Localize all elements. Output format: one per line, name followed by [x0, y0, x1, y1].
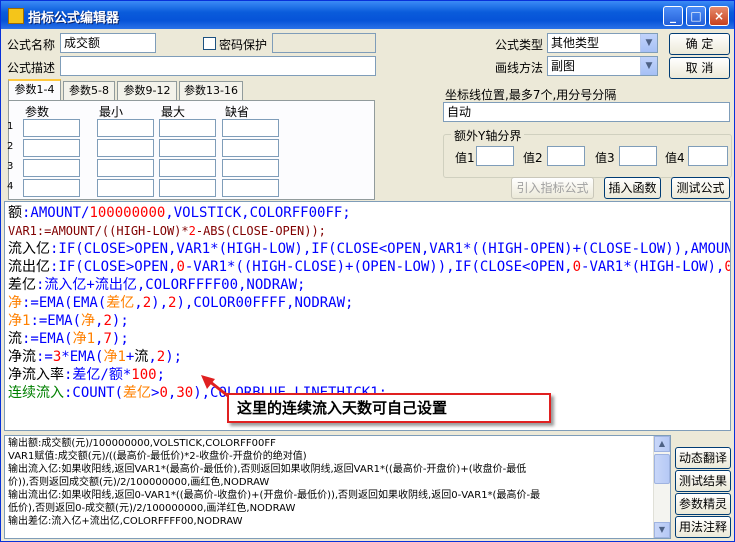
- scroll-down-icon[interactable]: ▼: [654, 522, 670, 538]
- param-header-max: 最大: [161, 105, 186, 119]
- y-value-1-input[interactable]: [476, 146, 514, 166]
- draw-method-value: 副图: [551, 59, 576, 73]
- formula-name-label: 公式名称: [7, 38, 56, 52]
- code-line-5: 差亿:流入亿+流出亿,COLORFFFF00,NODRAW;: [8, 277, 306, 293]
- password-checkbox[interactable]: [203, 37, 216, 50]
- y-axis-group-title: 额外Y轴分界: [451, 127, 525, 144]
- insert-function-button[interactable]: 插入函数: [604, 177, 661, 199]
- param-header-name: 参数: [25, 105, 50, 119]
- tab-params-1-4[interactable]: 参数1-4: [8, 79, 61, 101]
- param-row-label: 4: [7, 181, 14, 192]
- y-value-2-label: 值2: [523, 151, 543, 165]
- test-result-button[interactable]: 测试结果: [675, 470, 731, 492]
- param-3-default[interactable]: [222, 159, 279, 177]
- close-button[interactable]: ×: [709, 6, 729, 26]
- param-2-min[interactable]: [97, 139, 154, 157]
- minimize-button[interactable]: _: [663, 6, 683, 26]
- formula-name-input[interactable]: 成交额: [60, 33, 156, 53]
- param-4-name[interactable]: [23, 179, 80, 197]
- param-wizard-button[interactable]: 参数精灵: [675, 493, 731, 515]
- y-value-3-label: 值3: [595, 151, 615, 165]
- param-header-min: 最小: [99, 105, 124, 119]
- tab-params-9-12[interactable]: 参数9-12: [117, 81, 177, 101]
- app-icon: [8, 8, 24, 24]
- param-4-default[interactable]: [222, 179, 279, 197]
- password-input[interactable]: [272, 33, 376, 53]
- param-1-default[interactable]: [222, 119, 279, 137]
- code-line-1: 额:AMOUNT/100000000,VOLSTICK,COLORFF00FF;: [8, 205, 351, 221]
- scroll-thumb[interactable]: [654, 454, 670, 484]
- param-3-max[interactable]: [159, 159, 216, 177]
- code-line-2: VAR1:=AMOUNT/((HIGH-LOW)*2-ABS(CLOSE-OPE…: [8, 224, 326, 238]
- param-1-name[interactable]: [23, 119, 80, 137]
- code-line-6: 净:=EMA(EMA(差亿,2),2),COLOR00FFFF,NODRAW;: [8, 295, 354, 311]
- password-label: 密码保护: [219, 38, 268, 52]
- draw-method-label: 画线方法: [495, 61, 544, 75]
- y-value-4-input[interactable]: [688, 146, 728, 166]
- param-row-label: 1: [7, 121, 14, 132]
- output-line: 输出差亿:流入亿+流出亿,COLORFFFF00,NODRAW: [8, 516, 243, 527]
- maximize-button[interactable]: □: [686, 6, 706, 26]
- dynamic-translate-button[interactable]: 动态翻译: [675, 447, 731, 469]
- code-line-7: 净1:=EMA(净,2);: [8, 313, 129, 329]
- formula-type-value: 其他类型: [551, 36, 600, 50]
- param-2-default[interactable]: [222, 139, 279, 157]
- title-bar[interactable]: 指标公式编辑器 _ □ ×: [1, 1, 734, 29]
- y-value-1-label: 值1: [455, 151, 475, 165]
- chevron-down-icon[interactable]: ▼: [640, 57, 657, 75]
- output-scrollbar[interactable]: ▲ ▼: [653, 436, 670, 538]
- coord-lines-input[interactable]: 自动: [443, 102, 730, 122]
- chevron-down-icon[interactable]: ▼: [640, 34, 657, 52]
- y-value-2-input[interactable]: [547, 146, 585, 166]
- param-1-min[interactable]: [97, 119, 154, 137]
- import-formula-button[interactable]: 引入指标公式: [511, 177, 594, 199]
- window-title: 指标公式编辑器: [28, 11, 120, 26]
- output-line: 输出流入亿:如果收阳线,返回VAR1*(最高价-最低价),否则返回如果收阴线,返…: [8, 464, 527, 475]
- param-4-max[interactable]: [159, 179, 216, 197]
- formula-editor-window: 指标公式编辑器 _ □ × 公式名称 成交额 密码保护 公式描述 公式类型 其他…: [0, 0, 735, 542]
- param-3-min[interactable]: [97, 159, 154, 177]
- param-2-name[interactable]: [23, 139, 80, 157]
- tab-params-5-8[interactable]: 参数5-8: [63, 81, 115, 101]
- output-line: 输出流出亿:如果收阳线,返回0-VAR1*((最高价-收盘价)+(开盘价-最低价…: [8, 490, 541, 501]
- code-line-10: 净流入率:差亿/额*100;: [8, 367, 166, 383]
- y-value-3-input[interactable]: [619, 146, 657, 166]
- callout-note: 这里的连续流入天数可自己设置: [227, 393, 551, 423]
- param-row-label: 3: [7, 161, 14, 172]
- coord-lines-label: 坐标线位置,最多7个,用分号分隔: [445, 88, 617, 102]
- param-2-max[interactable]: [159, 139, 216, 157]
- usage-notes-button[interactable]: 用法注释: [675, 516, 731, 538]
- y-value-4-label: 值4: [665, 151, 685, 165]
- ok-button[interactable]: 确 定: [669, 33, 730, 55]
- formula-type-label: 公式类型: [495, 38, 544, 52]
- formula-desc-input[interactable]: [60, 56, 376, 76]
- tab-params-13-16[interactable]: 参数13-16: [179, 81, 243, 101]
- formula-type-select[interactable]: 其他类型 ▼: [547, 33, 658, 53]
- scroll-up-icon[interactable]: ▲: [654, 436, 670, 452]
- code-line-9: 净流:=3*EMA(净1+流,2);: [8, 349, 183, 365]
- param-header-default: 缺省: [225, 105, 250, 119]
- param-3-name[interactable]: [23, 159, 80, 177]
- code-line-4: 流出亿:IF(CLOSE>OPEN,0-VAR1*((HIGH-CLOSE)+(…: [8, 259, 730, 275]
- param-row-label: 2: [7, 141, 14, 152]
- param-1-max[interactable]: [159, 119, 216, 137]
- cancel-button[interactable]: 取 消: [669, 57, 730, 79]
- output-line: 低价),否则返回0-成交额(元)/2/100000000,画洋红色,NODRAW: [8, 503, 296, 514]
- test-formula-button[interactable]: 测试公式: [671, 177, 730, 199]
- draw-method-select[interactable]: 副图 ▼: [547, 56, 658, 76]
- formula-desc-label: 公式描述: [7, 61, 56, 75]
- output-line: VAR1赋值:成交额(元)/((最高价-最低价)*2-收盘价-开盘价的绝对值): [8, 451, 307, 462]
- param-4-min[interactable]: [97, 179, 154, 197]
- code-line-8: 流:=EMA(净1,7);: [8, 331, 129, 347]
- param-panel: 参数 最小 最大 缺省 1 2 3 4: [7, 100, 375, 200]
- output-line: 价)),否则返回成交额(元)/2/100000000,画红色,NODRAW: [8, 477, 270, 488]
- translation-output[interactable]: 输出额:成交额(元)/100000000,VOLSTICK,COLORFF00F…: [4, 435, 671, 539]
- output-line: 输出额:成交额(元)/100000000,VOLSTICK,COLORFF00F…: [8, 438, 276, 449]
- code-line-3: 流入亿:IF(CLOSE>OPEN,VAR1*(HIGH-LOW),IF(CLO…: [8, 241, 731, 257]
